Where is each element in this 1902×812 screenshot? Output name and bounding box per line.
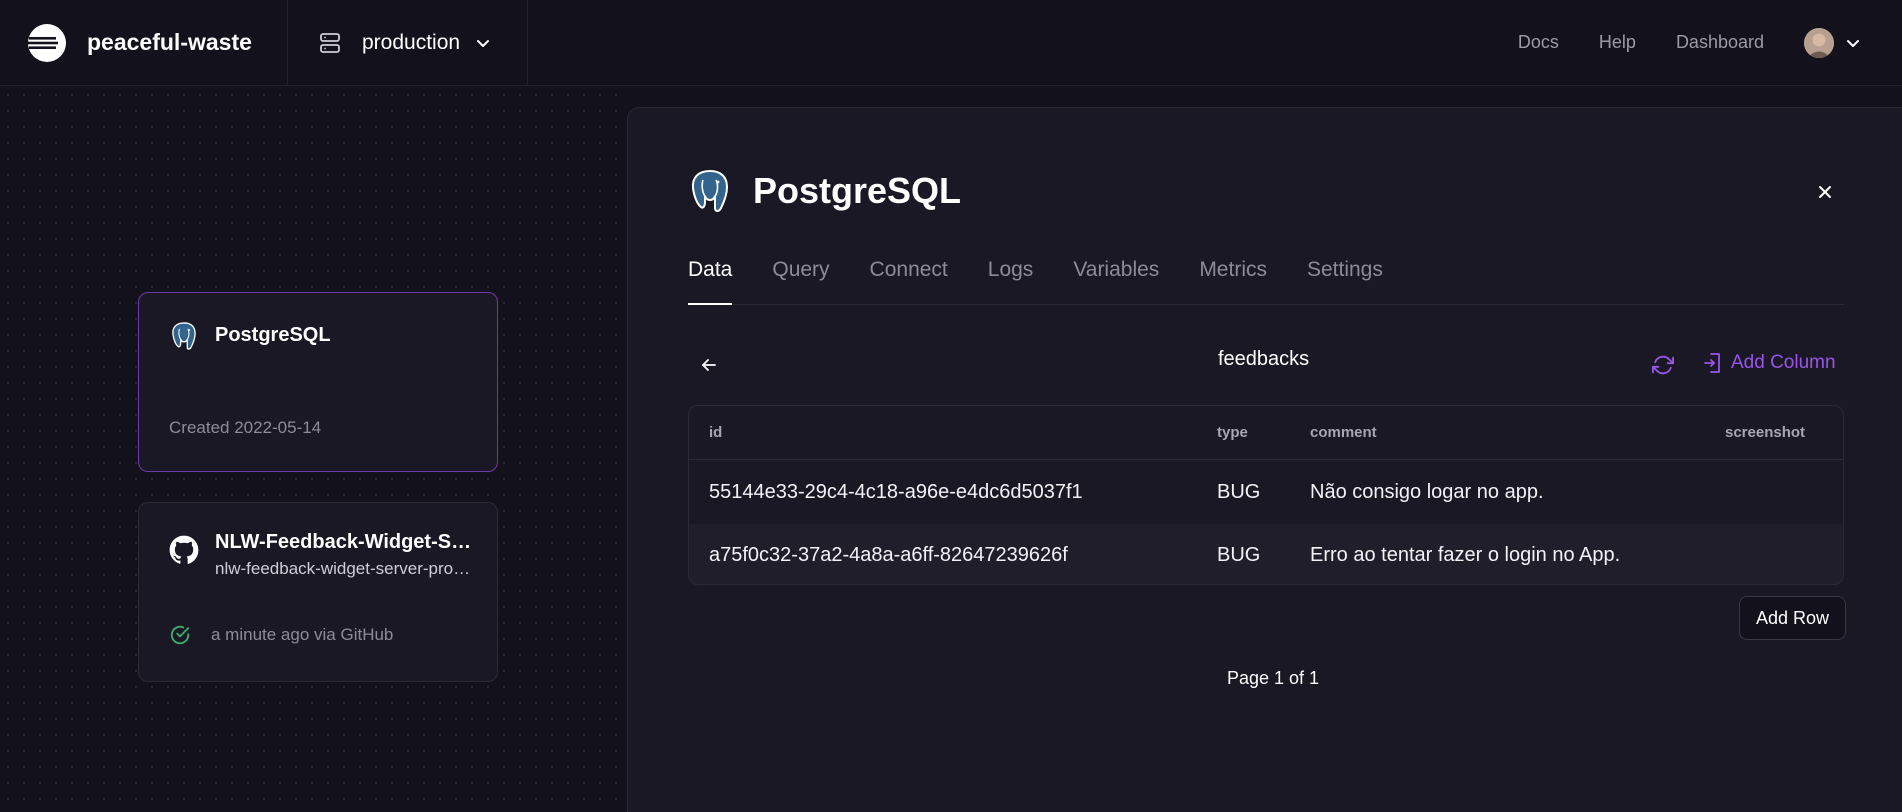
cell-id[interactable]: a75f0c32-37a2-4a8a-a6ff-82647239626f (709, 544, 1068, 567)
add-row-button[interactable]: Add Row (1739, 596, 1846, 640)
data-table: id type comment screenshot 55144e33-29c4… (688, 405, 1844, 585)
panel-title: PostgreSQL (753, 170, 962, 211)
add-column-label: Add Column (1731, 352, 1836, 373)
server-icon (320, 32, 340, 53)
account-menu[interactable] (1804, 27, 1862, 58)
tab-connect[interactable]: Connect (870, 258, 948, 305)
service-detail-panel: PostgreSQL Data Query Connect Logs Varia… (627, 107, 1902, 812)
github-service-card[interactable]: NLW-Feedback-Widget-Server nlw-feedback-… (138, 502, 498, 682)
cell-comment[interactable]: Erro ao tentar fazer o login no App. (1310, 544, 1620, 567)
railway-logo-icon (28, 23, 66, 62)
column-header-id[interactable]: id (709, 424, 722, 441)
tab-query[interactable]: Query (772, 258, 829, 305)
header-nav: Docs Help Dashboard (1518, 27, 1902, 58)
postgresql-icon (691, 169, 729, 212)
postgresql-icon (172, 322, 196, 350)
deployment-status-text: a minute ago via GitHub (211, 625, 394, 644)
table-row[interactable]: a75f0c32-37a2-4a8a-a6ff-82647239626f BUG… (689, 524, 1843, 584)
cell-type[interactable]: BUG (1217, 481, 1260, 504)
docs-link[interactable]: Docs (1518, 32, 1559, 53)
chevron-down-icon (477, 39, 490, 47)
cell-id[interactable]: 55144e33-29c4-4c18-a96e-e4dc6d5037f1 (709, 481, 1083, 504)
column-header-screenshot[interactable]: screenshot (1725, 424, 1805, 441)
table-header-row: id type comment screenshot (689, 406, 1843, 460)
card-subtitle: nlw-feedback-widget-server-production (215, 559, 477, 578)
github-icon (169, 535, 199, 564)
postgres-service-card[interactable]: PostgreSQL Created 2022-05-14 (138, 292, 498, 472)
environment-name: production (362, 30, 461, 54)
avatar-image (1804, 27, 1834, 58)
service-tabs: Data Query Connect Logs Variables Metric… (688, 258, 1844, 305)
close-icon[interactable] (1813, 180, 1837, 204)
project-brand[interactable]: peaceful-waste (0, 0, 288, 86)
project-name: peaceful-waste (87, 29, 252, 55)
card-title: PostgreSQL (215, 324, 331, 346)
top-navigation-bar: peaceful-waste production Docs Help Dash… (0, 0, 1902, 86)
table-row[interactable]: 55144e33-29c4-4c18-a96e-e4dc6d5037f1 BUG… (689, 461, 1843, 524)
pagination-label: Page 1 of 1 (1226, 668, 1320, 688)
avatar (1804, 27, 1834, 58)
tab-settings[interactable]: Settings (1307, 258, 1383, 305)
add-column-button[interactable]: Add Column (1703, 352, 1836, 374)
column-header-comment[interactable]: comment (1310, 424, 1377, 441)
tab-variables[interactable]: Variables (1073, 258, 1159, 305)
project-canvas[interactable]: PostgreSQL Created 2022-05-14 NLW-Feedba… (0, 87, 628, 812)
card-created-date: Created 2022-05-14 (169, 418, 322, 437)
tab-logs[interactable]: Logs (988, 258, 1034, 305)
column-header-type[interactable]: type (1217, 424, 1248, 441)
arrow-left-icon[interactable] (698, 354, 720, 376)
table-name: feedbacks (1218, 348, 1310, 370)
dashboard-link[interactable]: Dashboard (1676, 32, 1764, 53)
refresh-icon[interactable] (1652, 354, 1674, 376)
add-column-icon (1704, 353, 1720, 373)
check-circle-icon (170, 625, 190, 645)
card-title: NLW-Feedback-Widget-Server (215, 531, 477, 553)
environment-selector[interactable]: production (288, 0, 528, 86)
cell-comment[interactable]: Não consigo logar no app. (1310, 481, 1544, 504)
help-link[interactable]: Help (1599, 32, 1636, 53)
cell-type[interactable]: BUG (1217, 544, 1260, 567)
deployment-status: a minute ago via GitHub (169, 624, 393, 646)
tab-data[interactable]: Data (688, 258, 733, 305)
chevron-down-icon (1847, 39, 1859, 47)
tab-metrics[interactable]: Metrics (1199, 258, 1267, 305)
